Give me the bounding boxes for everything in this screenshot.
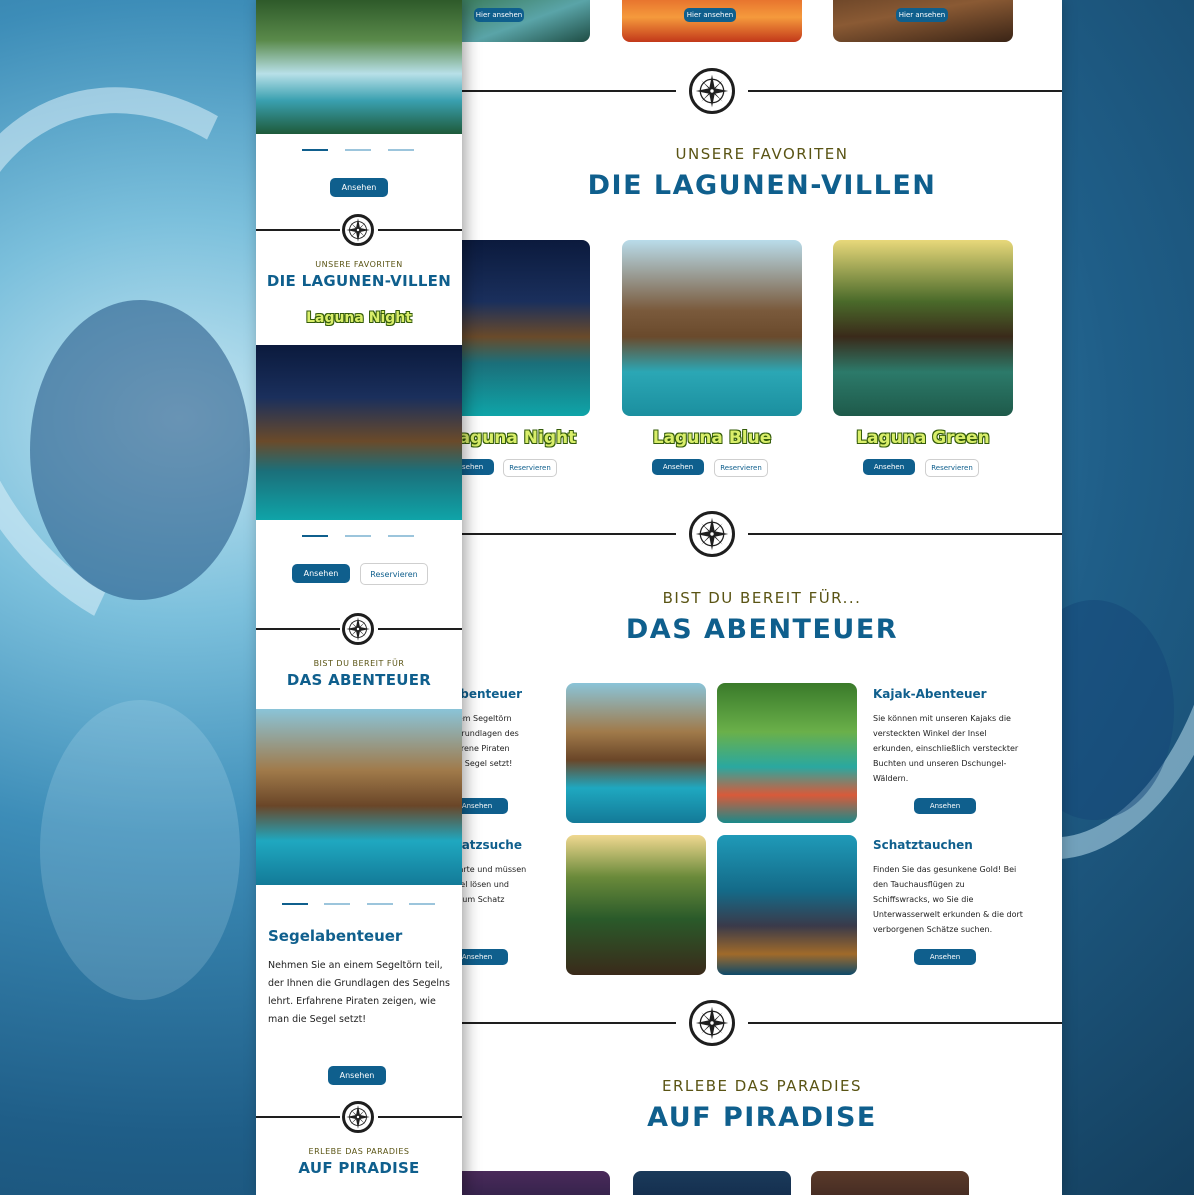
carousel-dot[interactable] xyxy=(302,149,328,151)
section-heading: DAS ABENTEUER xyxy=(625,614,899,645)
view-button[interactable]: Ansehen xyxy=(462,798,508,814)
villa-image-green xyxy=(833,240,1013,416)
reserve-button[interactable]: Reservieren xyxy=(503,459,557,477)
activity-text: Finden Sie das gesunkene Gold! Bei den T… xyxy=(873,865,1023,934)
carousel-dot[interactable] xyxy=(324,903,350,905)
section-divider xyxy=(378,229,462,231)
section-heading: DIE LAGUNEN-VILLEN xyxy=(266,272,452,290)
section-divider xyxy=(462,90,676,92)
paradise-image xyxy=(811,1171,969,1195)
view-button[interactable]: Ansehen xyxy=(863,459,915,475)
section-divider xyxy=(256,628,340,630)
treasure-dive-image xyxy=(717,835,857,975)
reserve-button[interactable]: Reservieren xyxy=(925,459,979,477)
section-divider xyxy=(378,628,462,630)
activity-title: Segelabenteuer xyxy=(462,687,522,701)
section-heading: DIE LAGUNEN-VILLEN xyxy=(587,170,937,201)
section-heading: AUF PIRADISE xyxy=(647,1102,877,1133)
villa-image-night xyxy=(462,240,590,416)
carousel-dot[interactable] xyxy=(367,903,393,905)
mobile-page: Ansehen UNSERE FAVORITEN DIE LAGUNEN-VIL… xyxy=(256,0,462,1195)
section-heading: DAS ABENTEUER xyxy=(286,671,432,689)
activity-title: Schatzsuche xyxy=(462,838,522,852)
view-button[interactable]: Ansehen xyxy=(652,459,704,475)
view-button[interactable]: Hier ansehen xyxy=(684,8,736,22)
activity-title: Schatztauchen xyxy=(873,838,973,852)
pirate-ship-image xyxy=(566,683,706,823)
view-button[interactable]: Ansehen xyxy=(292,564,350,583)
section-divider xyxy=(748,90,1062,92)
section-kicker: UNSERE FAVORITEN xyxy=(675,145,849,163)
desktop-page: Hier ansehen Hier ansehen Hier ansehen U… xyxy=(462,0,1062,1195)
carousel-dot[interactable] xyxy=(409,903,435,905)
section-divider xyxy=(462,1022,676,1024)
section-kicker: UNSERE FAVORITEN xyxy=(315,260,403,269)
section-kicker: ERLEBE DAS PARADIES xyxy=(308,1147,410,1156)
compass-icon xyxy=(342,1101,374,1133)
paradise-image xyxy=(462,1171,610,1195)
carousel-dot[interactable] xyxy=(302,535,328,537)
pirate-ship-image xyxy=(256,709,462,885)
section-kicker: ERLEBE DAS PARADIES xyxy=(661,1077,862,1095)
section-divider xyxy=(748,1022,1062,1024)
activity-text: Sie können mit unseren Kajaks die verste… xyxy=(873,714,1019,783)
compass-icon xyxy=(689,1000,735,1046)
reserve-button[interactable]: Reservieren xyxy=(714,459,768,477)
kayak-image xyxy=(717,683,857,823)
activity-text: Folgt einer Schatzkarte und müssen sie s… xyxy=(462,865,527,904)
villa-name: Laguna Blue xyxy=(652,428,772,448)
carousel-dot[interactable] xyxy=(388,535,414,537)
activity-text: Nehmen Sie an einem Segeltörn teil, der … xyxy=(462,714,519,768)
carousel-dot[interactable] xyxy=(345,535,371,537)
view-button[interactable]: Ansehen xyxy=(328,1066,386,1085)
activity-title: Kajak-Abenteuer xyxy=(873,687,987,701)
view-button[interactable]: Ansehen xyxy=(914,798,976,814)
villa-image-night xyxy=(256,345,462,520)
villa-name: Laguna Night xyxy=(306,310,412,326)
activity-text: Nehmen Sie an einem Segeltörn teil, der … xyxy=(268,960,450,1025)
treasure-hunt-image xyxy=(566,835,706,975)
reserve-button[interactable]: Reservieren xyxy=(360,563,428,585)
waterfall-image xyxy=(256,0,462,134)
view-button[interactable]: Ansehen xyxy=(462,949,508,965)
villa-image-blue xyxy=(622,240,802,416)
view-button[interactable]: Ansehen xyxy=(462,459,494,475)
section-kicker: BIST DU BEREIT FÜR xyxy=(313,659,405,668)
section-heading: AUF PIRADISE xyxy=(298,1159,420,1177)
activity-title: Segelabenteuer xyxy=(268,927,403,945)
section-kicker: BIST DU BEREIT FÜR... xyxy=(662,589,862,607)
carousel-dot[interactable] xyxy=(388,149,414,151)
view-button[interactable]: Hier ansehen xyxy=(474,8,524,22)
paradise-image xyxy=(633,1171,791,1195)
section-divider xyxy=(462,533,676,535)
carousel-dot[interactable] xyxy=(282,903,308,905)
wave-shape xyxy=(30,300,250,600)
section-divider xyxy=(256,1116,340,1118)
compass-icon xyxy=(342,214,374,246)
wave-shape xyxy=(40,700,240,1000)
section-divider xyxy=(378,1116,462,1118)
compass-icon xyxy=(689,511,735,557)
compass-icon xyxy=(689,68,735,114)
carousel-dot[interactable] xyxy=(345,149,371,151)
villa-name: Laguna Green xyxy=(856,428,990,448)
view-button[interactable]: Hier ansehen xyxy=(896,8,948,22)
compass-icon xyxy=(342,613,374,645)
view-button[interactable]: Ansehen xyxy=(914,949,976,965)
section-divider xyxy=(256,229,340,231)
section-divider xyxy=(748,533,1062,535)
villa-name: Laguna Night xyxy=(462,428,577,448)
view-button[interactable]: Ansehen xyxy=(330,178,388,197)
